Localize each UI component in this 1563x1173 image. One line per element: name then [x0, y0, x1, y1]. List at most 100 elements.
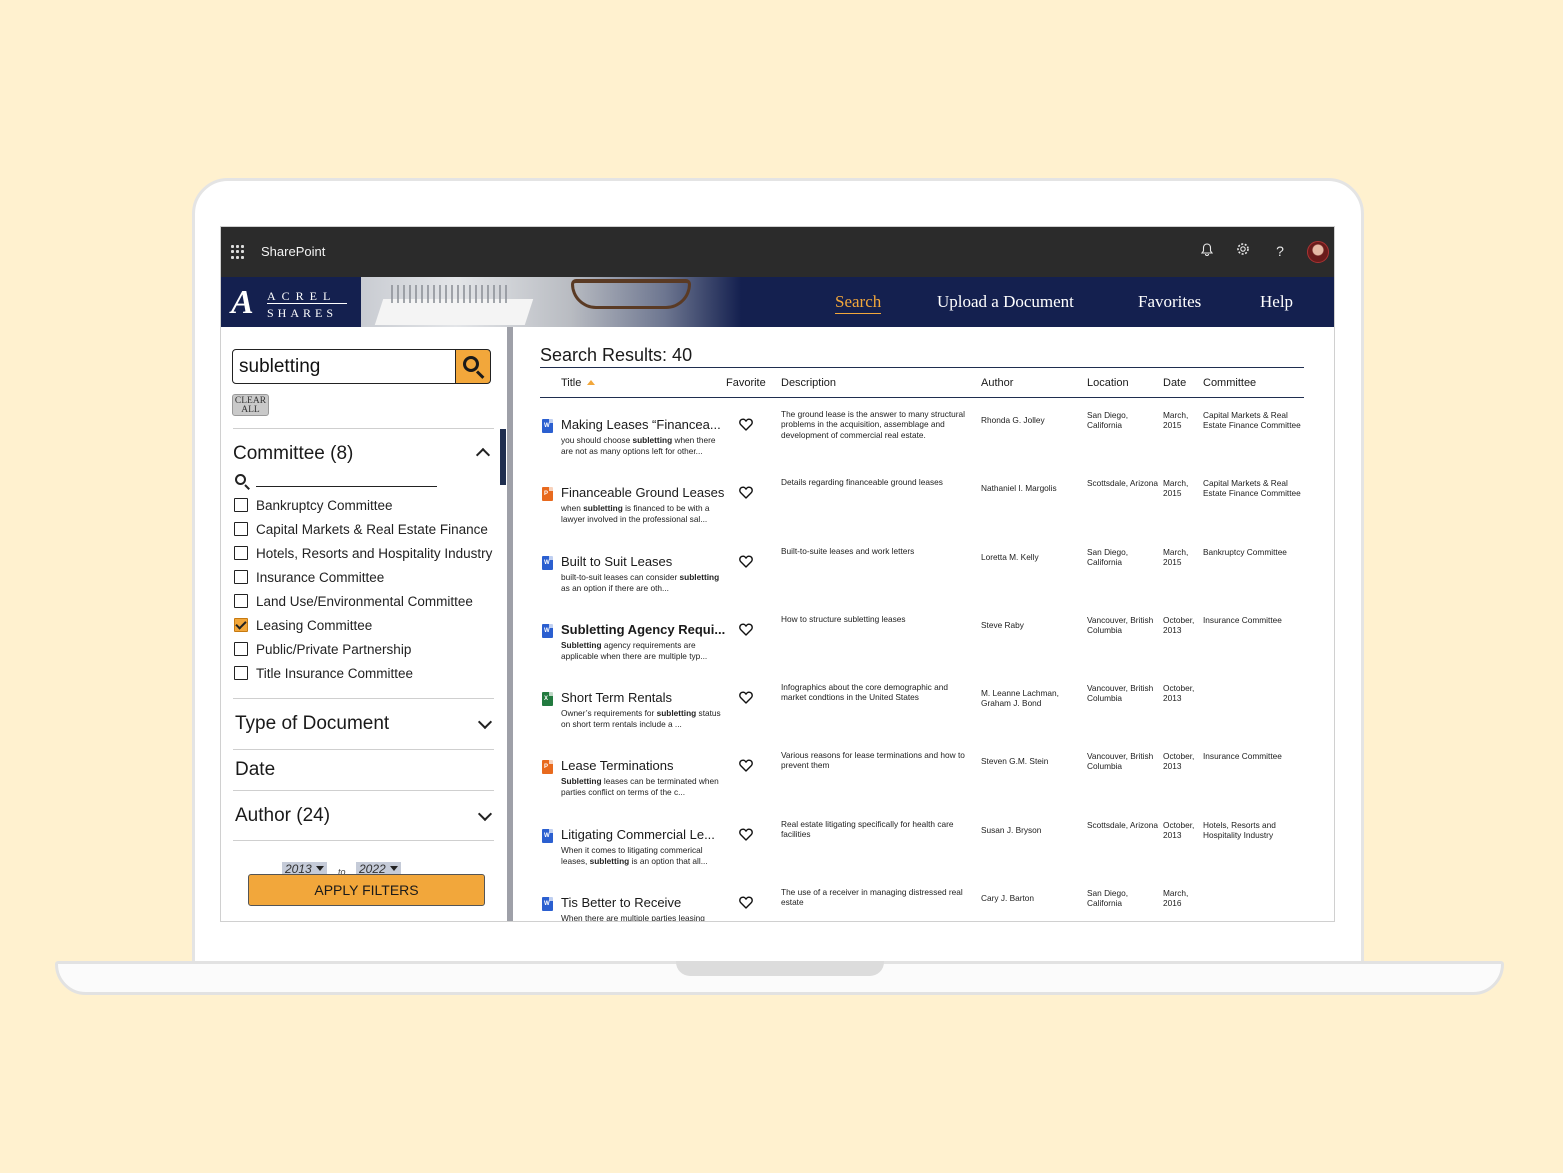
column-location[interactable]: Location: [1087, 377, 1129, 389]
bell-icon[interactable]: [1198, 242, 1216, 260]
filter-panel: CLEAR ALL Committee (8) Bankruptcy Commi…: [221, 327, 507, 921]
table-row[interactable]: X Short Term Rentals Owner’s requirements …: [540, 682, 1310, 756]
result-title-link[interactable]: Built to Suit Leases: [561, 554, 672, 569]
committee-option[interactable]: Leasing Committee: [234, 615, 372, 635]
divider: [233, 698, 494, 699]
heart-icon[interactable]: [739, 759, 753, 772]
committee-option[interactable]: Insurance Committee: [234, 567, 384, 587]
nav-upload-document[interactable]: Upload a Document: [937, 292, 1074, 312]
user-avatar[interactable]: [1307, 241, 1329, 263]
result-date: March, 2015: [1163, 410, 1189, 431]
suite-bar: SharePoint ?: [221, 227, 1334, 277]
result-title-link[interactable]: Litigating Commercial Le...: [561, 827, 715, 842]
result-date: October, 2013: [1163, 820, 1195, 841]
checkbox[interactable]: [234, 666, 248, 680]
table-row[interactable]: P Lease Terminations Subletting leases can…: [540, 750, 1310, 824]
committee-option[interactable]: Title Insurance Committee: [234, 663, 413, 683]
column-favorite[interactable]: Favorite: [726, 377, 766, 389]
committee-option[interactable]: Capital Markets & Real Estate Finance: [234, 519, 488, 539]
result-snippet: Subletting leases can be terminated when…: [561, 776, 719, 797]
word-file-icon: W: [542, 897, 553, 911]
result-location: Vancouver, British Columbia: [1087, 683, 1154, 704]
result-location: Vancouver, British Columbia: [1087, 615, 1154, 636]
table-row[interactable]: W Built to Suit Leases built-to-suit lease…: [540, 546, 1310, 620]
type-of-document-filter[interactable]: Type of Document: [235, 713, 389, 735]
result-date: March, 2015: [1163, 478, 1189, 499]
checkbox[interactable]: [234, 594, 248, 608]
checkbox[interactable]: [234, 642, 248, 656]
table-row[interactable]: W Litigating Commercial Le... When it come…: [540, 819, 1310, 893]
suite-title[interactable]: SharePoint: [261, 244, 325, 259]
result-author: Rhonda G. Jolley: [981, 415, 1045, 425]
table-row[interactable]: W Making Leases “Financea... you should ch…: [540, 409, 1310, 483]
chevron-down-icon[interactable]: [477, 806, 493, 822]
divider: [233, 790, 494, 791]
heart-icon[interactable]: [739, 418, 753, 431]
heart-icon[interactable]: [739, 555, 753, 568]
chevron-up-icon[interactable]: [475, 447, 491, 463]
table-row[interactable]: W Subletting Agency Requi... Subletting ag…: [540, 614, 1310, 688]
result-title-link[interactable]: Making Leases “Financea...: [561, 417, 721, 432]
author-filter-title[interactable]: Author (24): [235, 805, 330, 827]
result-date: March, 2015: [1163, 547, 1189, 568]
column-title[interactable]: Title: [561, 377, 596, 389]
committee-option[interactable]: Land Use/Environmental Committee: [234, 591, 473, 611]
result-snippet: When it comes to litigating commerical l…: [561, 845, 708, 866]
search-input[interactable]: [232, 349, 456, 384]
table-row[interactable]: W Tis Better to Receive When there are mul…: [540, 887, 1310, 922]
nav-favorites[interactable]: Favorites: [1138, 292, 1201, 312]
divider: [233, 749, 494, 750]
heart-icon[interactable]: [739, 623, 753, 636]
checkbox-checked[interactable]: [234, 618, 248, 632]
checkbox[interactable]: [234, 522, 248, 536]
result-description: Real estate litigating specifically for …: [781, 819, 954, 840]
clear-all-button[interactable]: CLEAR ALL: [232, 394, 269, 416]
gear-icon[interactable]: [1234, 242, 1252, 260]
app-launcher-icon[interactable]: [231, 245, 245, 259]
result-location: Scottsdale, Arizona: [1087, 820, 1159, 830]
result-title-link[interactable]: Financeable Ground Leases: [561, 485, 724, 500]
committee-option[interactable]: Hotels, Resorts and Hospitality Industry: [234, 543, 492, 563]
apply-filters-button[interactable]: APPLY FILTERS: [248, 874, 485, 906]
search-button[interactable]: [455, 349, 491, 384]
heart-icon[interactable]: [739, 896, 753, 909]
result-committee: Capital Markets & Real Estate Finance Co…: [1203, 478, 1301, 499]
committee-filter-title[interactable]: Committee (8): [233, 443, 353, 465]
checkbox[interactable]: [234, 546, 248, 560]
result-author: Susan J. Bryson: [981, 825, 1042, 835]
result-title-link[interactable]: Lease Terminations: [561, 758, 674, 773]
heart-icon[interactable]: [739, 828, 753, 841]
checkbox[interactable]: [234, 570, 248, 584]
help-icon[interactable]: ?: [1271, 242, 1289, 260]
nav-help[interactable]: Help: [1260, 292, 1293, 312]
word-file-icon: W: [542, 419, 553, 433]
result-snippet: When there are multiple parties leasing: [561, 913, 705, 922]
result-title-link[interactable]: Short Term Rentals: [561, 690, 672, 705]
result-title-link[interactable]: Tis Better to Receive: [561, 895, 681, 910]
heart-icon[interactable]: [739, 691, 753, 704]
committee-option[interactable]: Bankruptcy Committee: [234, 495, 393, 515]
result-snippet: when subletting is financed to be with a…: [561, 503, 710, 524]
result-title-link[interactable]: Subletting Agency Requi...: [561, 622, 725, 637]
column-date[interactable]: Date: [1163, 377, 1186, 389]
word-file-icon: W: [542, 556, 553, 570]
committee-search-input[interactable]: [256, 486, 437, 487]
column-committee[interactable]: Committee: [1203, 377, 1256, 389]
result-date: October, 2013: [1163, 751, 1195, 772]
chevron-down-icon[interactable]: [477, 714, 493, 730]
committee-search-icon: [235, 474, 246, 485]
result-description: The ground lease is the answer to many s…: [781, 409, 966, 440]
committee-option[interactable]: Public/Private Partnership: [234, 639, 411, 659]
checkbox[interactable]: [234, 498, 248, 512]
acrel-shares-logo[interactable]: A ACREL SHARES: [231, 282, 361, 322]
brand-bar: A ACREL SHARES Search Upload a Document …: [221, 277, 1334, 327]
heart-icon[interactable]: [739, 486, 753, 499]
result-committee: Hotels, Resorts and Hospitality Industry: [1203, 820, 1276, 841]
column-author[interactable]: Author: [981, 377, 1013, 389]
ppt-file-icon: P: [542, 487, 553, 501]
column-description[interactable]: Description: [781, 377, 836, 389]
nav-search[interactable]: Search: [835, 292, 882, 314]
scrollbar-thumb[interactable]: [500, 429, 506, 485]
result-committee: Insurance Committee: [1203, 751, 1282, 761]
table-row[interactable]: P Financeable Ground Leases when sublettin…: [540, 477, 1310, 551]
